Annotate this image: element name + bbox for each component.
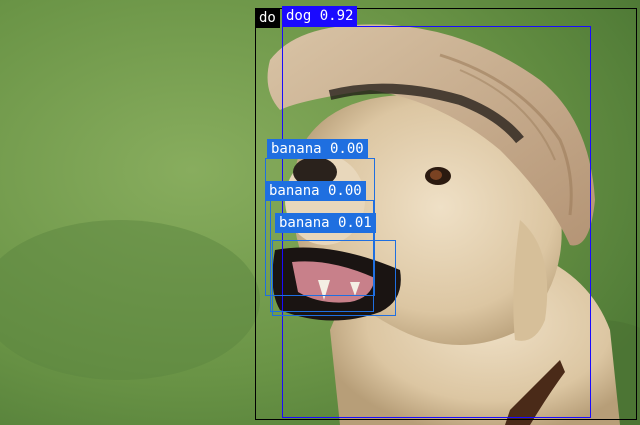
detection-label-banana-1: banana 0.00 bbox=[267, 139, 368, 159]
detection-box-banana-3 bbox=[272, 240, 396, 316]
detection-label-dog: dog 0.92 bbox=[282, 6, 358, 26]
detection-label-banana-3: banana 0.01 bbox=[275, 213, 376, 233]
detection-label-dog-black: do bbox=[255, 8, 280, 28]
detection-label-banana-2: banana 0.00 bbox=[265, 181, 366, 201]
